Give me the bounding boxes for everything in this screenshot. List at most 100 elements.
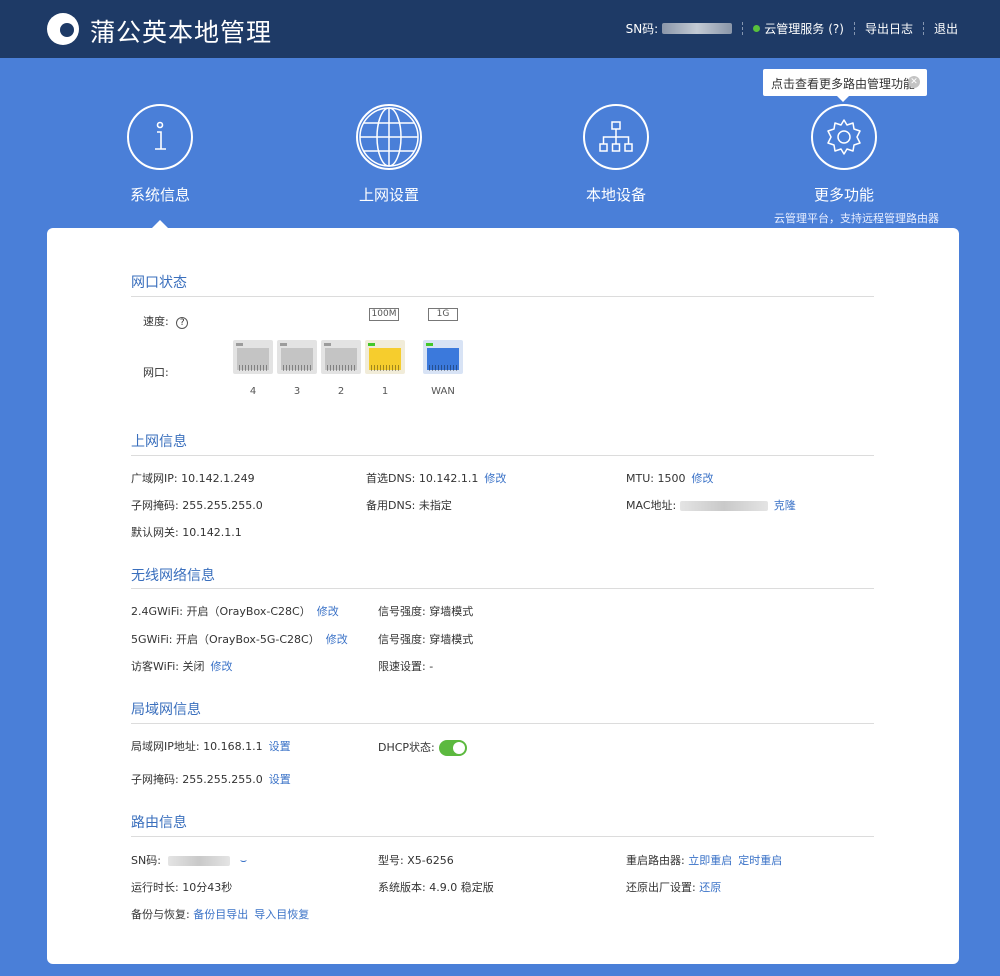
header-sn-label: SN码: bbox=[625, 22, 659, 36]
section-title-lan: 局域网信息 bbox=[131, 702, 201, 718]
gateway-row: 默认网关: 10.142.1.1 bbox=[131, 524, 242, 540]
router-sn-label: SN码: bbox=[131, 854, 161, 867]
mac-clone-link[interactable]: 克隆 bbox=[774, 499, 796, 512]
port-2 bbox=[321, 340, 361, 374]
signal24-row: 信号强度: 穿墙模式 bbox=[378, 603, 473, 619]
nav-internet-settings[interactable]: 上网设置 bbox=[319, 104, 459, 205]
section-title-internet: 上网信息 bbox=[131, 434, 187, 450]
mtu-row: MTU: 1500 修改 bbox=[626, 470, 713, 486]
nav-sublabel: 云管理平台，支持远程管理路由器 bbox=[774, 212, 939, 225]
wifi5-row: 5GWiFi: 开启（OrayBox-5G-C28C） 修改 bbox=[131, 631, 348, 647]
divider bbox=[922, 22, 924, 35]
dns2-row: 备用DNS: 未指定 bbox=[366, 497, 452, 513]
reboot-timer-link[interactable]: 定时重启 bbox=[738, 854, 782, 867]
guest-wifi-value: 关闭 bbox=[182, 660, 205, 673]
export-log-link[interactable]: 导出日志 bbox=[865, 20, 913, 37]
version-label: 系统版本: bbox=[378, 881, 426, 894]
speed-tag-1g: 1G bbox=[428, 308, 458, 321]
gear-icon bbox=[811, 104, 877, 170]
speed-tag-100m: 100M bbox=[369, 308, 399, 321]
version-row: 系统版本: 4.9.0 稳定版 bbox=[378, 879, 494, 895]
wifi5-edit-link[interactable]: 修改 bbox=[326, 633, 348, 646]
close-icon[interactable]: ✕ bbox=[908, 76, 920, 88]
guest-wifi-label: 访客WiFi: bbox=[131, 660, 179, 673]
model-label: 型号: bbox=[378, 854, 404, 867]
globe-icon bbox=[356, 104, 422, 170]
port-wan bbox=[423, 340, 463, 374]
lan-subnet-row: 子网掩码: 255.255.255.0 设置 bbox=[131, 771, 291, 787]
dns2-value: 未指定 bbox=[418, 499, 452, 512]
tooltip-text: 点击查看更多路由管理功能 bbox=[771, 77, 916, 91]
nav-label: 更多功能 bbox=[813, 186, 874, 204]
port-number: 4 bbox=[249, 386, 257, 397]
mac-masked bbox=[679, 501, 768, 511]
guest-wifi-edit-link[interactable]: 修改 bbox=[210, 660, 232, 673]
wifi24-edit-link[interactable]: 修改 bbox=[317, 605, 339, 618]
nav-local-devices[interactable]: 本地设备 bbox=[546, 104, 686, 205]
divider bbox=[131, 455, 874, 456]
backup-export-link[interactable]: 备份目导出 bbox=[193, 908, 248, 921]
backup-row: 备份与恢复: 备份目导出 导入目恢复 bbox=[131, 906, 309, 922]
model-value: X5-6256 bbox=[407, 854, 454, 867]
backup-import-link[interactable]: 导入目恢复 bbox=[254, 908, 309, 921]
dns1-edit-link[interactable]: 修改 bbox=[484, 472, 506, 485]
speed-label: 速度: ? bbox=[143, 313, 189, 329]
uptime-label: 运行时长: bbox=[131, 881, 179, 894]
cloud-help-icon[interactable]: (?) bbox=[828, 22, 844, 36]
wan-ip-label: 广域网IP: bbox=[131, 472, 178, 485]
speed-limit-label: 限速设置: bbox=[378, 660, 426, 673]
router-sn-masked bbox=[168, 856, 231, 866]
section-title-wireless: 无线网络信息 bbox=[131, 568, 215, 584]
cloud-service-link[interactable]: 云管理服务 bbox=[764, 20, 824, 37]
dhcp-toggle[interactable] bbox=[438, 740, 467, 756]
reset-link[interactable]: 还原 bbox=[699, 881, 721, 894]
port-1 bbox=[365, 340, 405, 374]
reboot-label: 重启路由器: bbox=[626, 854, 685, 867]
guest-wifi-row: 访客WiFi: 关闭 修改 bbox=[131, 658, 232, 674]
lan-ip-set-link[interactable]: 设置 bbox=[269, 740, 291, 753]
port-number: 2 bbox=[337, 386, 345, 397]
logo-icon bbox=[47, 13, 79, 45]
reboot-row: 重启路由器: 立即重启 定时重启 bbox=[626, 852, 782, 868]
section-title-router: 路由信息 bbox=[131, 815, 187, 831]
dns1-label: 首选DNS: bbox=[366, 472, 416, 485]
gateway-value: 10.142.1.1 bbox=[182, 526, 242, 539]
speed-label-text: 速度: bbox=[143, 315, 169, 328]
nav-label: 本地设备 bbox=[585, 186, 646, 204]
reboot-now-link[interactable]: 立即重启 bbox=[688, 854, 732, 867]
info-icon bbox=[127, 104, 193, 170]
subnet-value: 255.255.255.0 bbox=[182, 499, 263, 512]
eye-hidden-icon[interactable]: ⌣ bbox=[240, 854, 247, 867]
signal24-value: 穿墙模式 bbox=[429, 605, 474, 618]
router-sn-row: SN码: ⌣ bbox=[131, 852, 247, 868]
logout-link[interactable]: 退出 bbox=[934, 20, 958, 37]
divider bbox=[131, 836, 874, 837]
mtu-value: 1500 bbox=[657, 472, 686, 485]
lan-subnet-label: 子网掩码: bbox=[131, 773, 179, 786]
section-title-port: 网口状态 bbox=[131, 275, 187, 291]
lan-subnet-value: 255.255.255.0 bbox=[182, 773, 263, 786]
more-features-tooltip: 点击查看更多路由管理功能 ✕ bbox=[763, 69, 927, 102]
help-icon[interactable]: ? bbox=[176, 317, 189, 329]
mtu-edit-link[interactable]: 修改 bbox=[691, 472, 713, 485]
divider bbox=[742, 22, 744, 35]
reset-label: 还原出厂设置: bbox=[626, 881, 696, 894]
lan-subnet-set-link[interactable]: 设置 bbox=[269, 773, 291, 786]
wifi24-row: 2.4GWiFi: 开启（OrayBox-C28C） 修改 bbox=[131, 603, 339, 619]
mtu-label: MTU: bbox=[626, 472, 654, 485]
nav-system-info[interactable]: 系统信息 bbox=[90, 104, 230, 205]
signal5-label: 信号强度: bbox=[378, 633, 426, 646]
speed-limit-value: - bbox=[429, 660, 434, 673]
header-actions: SN码: 云管理服务 (?) 导出日志 退出 bbox=[626, 20, 958, 37]
network-tree-icon bbox=[583, 104, 649, 170]
divider bbox=[853, 22, 855, 35]
nav-more-features[interactable]: 更多功能 云管理平台，支持远程管理路由器 bbox=[774, 104, 939, 226]
wan-ip-row: 广域网IP: 10.142.1.249 bbox=[131, 470, 255, 486]
active-indicator bbox=[152, 220, 168, 228]
divider bbox=[131, 723, 874, 724]
dhcp-label: DHCP状态: bbox=[378, 741, 435, 754]
port-label: 网口: bbox=[143, 366, 169, 379]
port-4 bbox=[233, 340, 273, 374]
signal24-label: 信号强度: bbox=[378, 605, 426, 618]
speed-limit-row: 限速设置: - bbox=[378, 658, 433, 674]
